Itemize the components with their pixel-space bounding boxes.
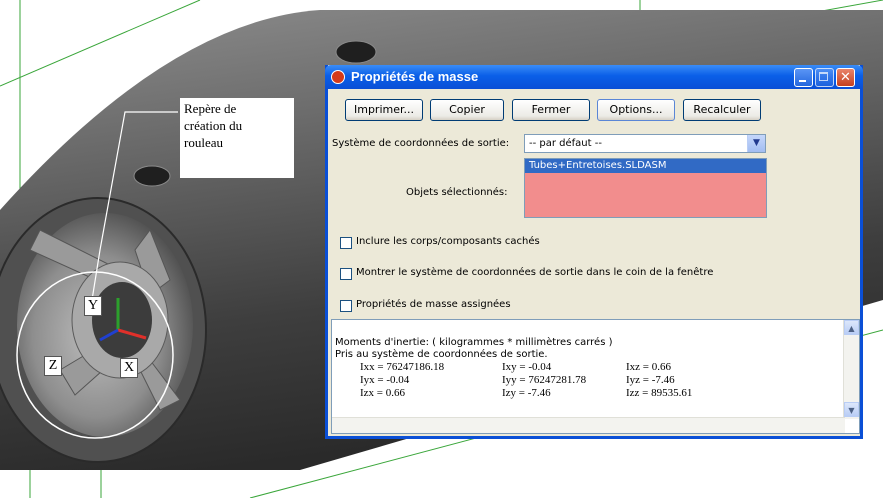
dialog-titlebar[interactable]: Propriétés de masse ✕: [325, 65, 863, 89]
close-button[interactable]: ✕: [836, 68, 855, 87]
callout-line: rouleau: [184, 135, 223, 150]
copy-button[interactable]: Copier: [430, 99, 504, 121]
dialog-title: Propriétés de masse: [351, 69, 479, 84]
inertia-cell: Ixy = -0.04: [502, 361, 552, 373]
inertia-cell: Izy = -7.46: [502, 387, 551, 399]
tube-hole: [133, 165, 171, 187]
solidworks-icon: [331, 70, 345, 84]
inertia-cell: Izx = 0.66: [360, 387, 405, 399]
scroll-down-icon[interactable]: ▼: [844, 402, 859, 417]
close-icon: ✕: [840, 70, 851, 85]
inertia-cell: Iyx = -0.04: [360, 374, 410, 386]
print-button[interactable]: Imprimer...: [345, 99, 423, 121]
mass-properties-dialog: Propriétés de masse ✕ Imprimer... Copier…: [325, 65, 863, 439]
options-button[interactable]: Options...: [597, 99, 675, 121]
checkbox-show-coord-system[interactable]: [340, 268, 352, 280]
inertia-cell: Izz = 89535.61: [626, 387, 693, 399]
horizontal-scrollbar[interactable]: [332, 417, 845, 433]
results-subheading: Pris au système de coordonnées de sortie…: [335, 349, 548, 360]
axis-label-z: Z: [44, 356, 62, 376]
maximize-icon: [819, 72, 828, 81]
selected-objects-label: Objets sélectionnés:: [406, 187, 508, 198]
maximize-button[interactable]: [815, 68, 834, 87]
results-panel[interactable]: Moments d'inertie: ( kilogrammes * milli…: [331, 319, 860, 434]
inertia-cell: Iyz = -7.46: [626, 374, 675, 386]
coord-system-label: Système de coordonnées de sortie:: [332, 138, 510, 149]
checkbox-label: Inclure les corps/composants cachés: [356, 236, 540, 247]
axis-label-y: Y: [84, 296, 102, 316]
frame-callout: Repère de création du rouleau: [180, 98, 294, 178]
recalculate-button[interactable]: Recalculer: [683, 99, 761, 121]
callout-line: Repère de: [184, 101, 237, 116]
hub-hole: [92, 282, 152, 358]
coord-system-value: -- par défaut --: [529, 138, 602, 149]
checkbox-assigned-mass[interactable]: [340, 300, 352, 312]
vertical-scrollbar[interactable]: ▲ ▼: [843, 320, 859, 419]
list-item[interactable]: Tubes+Entretoises.SLDASM: [525, 159, 766, 173]
chevron-down-icon[interactable]: ▼: [747, 135, 765, 152]
selected-objects-list[interactable]: Tubes+Entretoises.SLDASM: [524, 158, 767, 218]
tube-hole: [335, 40, 377, 64]
checkbox-hidden-bodies[interactable]: [340, 237, 352, 249]
scroll-up-icon[interactable]: ▲: [844, 320, 859, 335]
inertia-cell: Ixx = 76247186.18: [360, 361, 445, 373]
axis-label-x: X: [120, 358, 138, 378]
minimize-icon: [799, 80, 806, 82]
inertia-cell: Ixz = 0.66: [626, 361, 671, 373]
inertia-cell: Iyy = 76247281.78: [502, 374, 587, 386]
close-dialog-button[interactable]: Fermer: [512, 99, 590, 121]
coord-system-select[interactable]: -- par défaut -- ▼: [524, 134, 766, 153]
checkbox-label: Propriétés de masse assignées: [356, 299, 511, 310]
callout-line: création du: [184, 118, 243, 133]
minimize-button[interactable]: [794, 68, 813, 87]
results-heading: Moments d'inertie: ( kilogrammes * milli…: [335, 337, 613, 348]
checkbox-label: Montrer le système de coordonnées de sor…: [356, 267, 714, 278]
